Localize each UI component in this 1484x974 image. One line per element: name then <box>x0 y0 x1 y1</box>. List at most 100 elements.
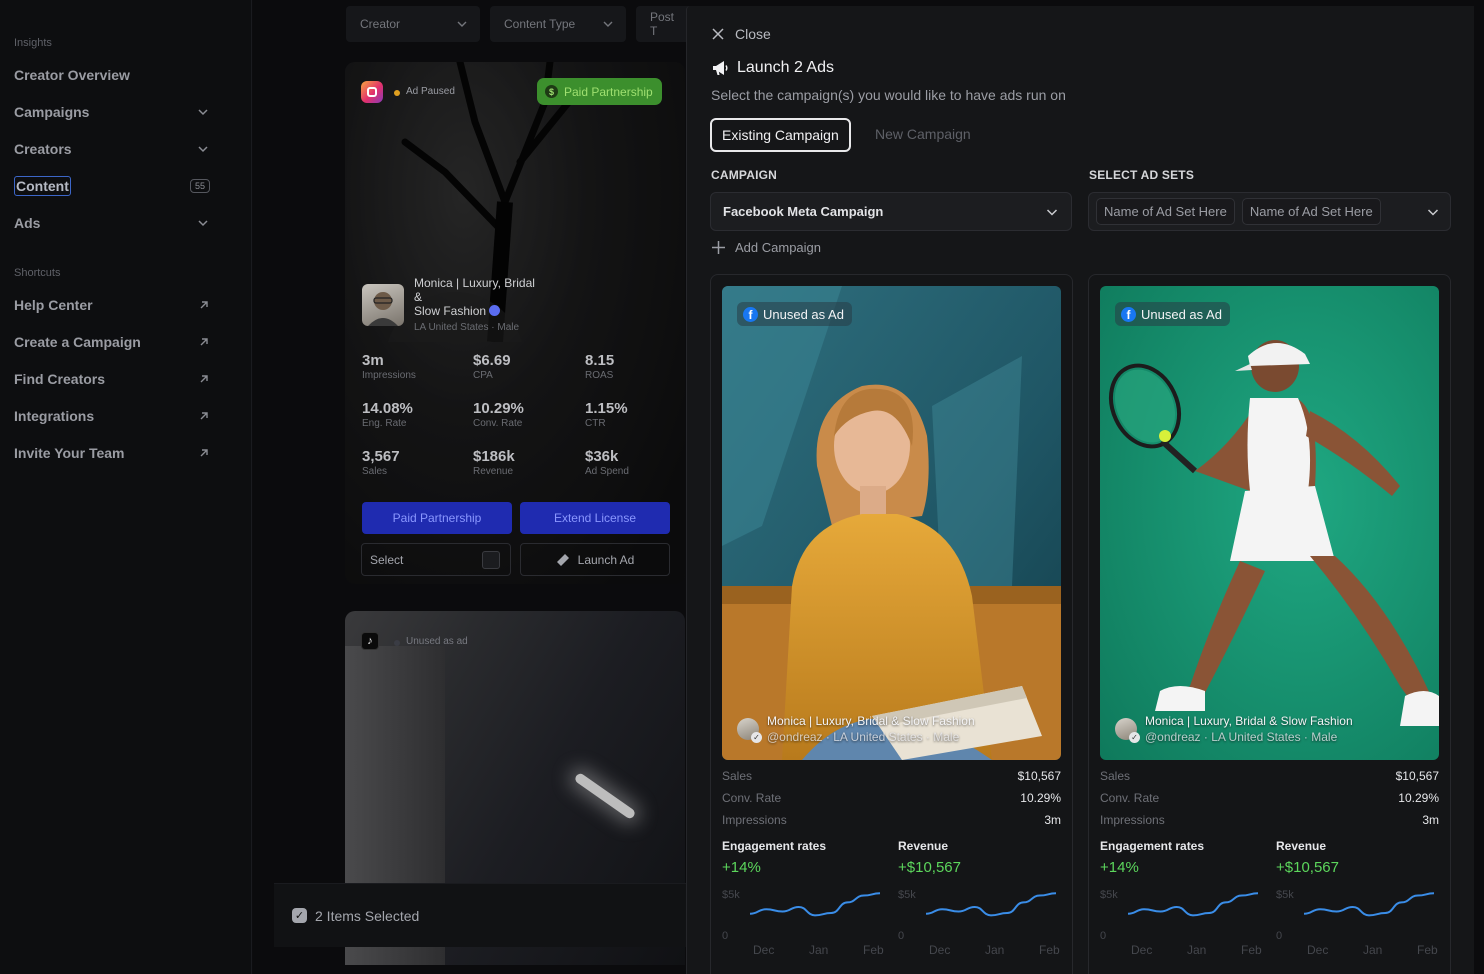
shortcut-help-center[interactable]: Help Center <box>14 293 210 317</box>
creator-avatar <box>362 284 404 326</box>
status-dot <box>394 90 400 96</box>
shortcut-integrations[interactable]: Integrations <box>14 404 210 428</box>
tab-existing-campaign[interactable]: Existing Campaign <box>710 118 851 152</box>
select-checkbox[interactable] <box>482 550 500 569</box>
chevron-down-icon <box>198 109 208 116</box>
y-tick-label: 0 <box>722 930 729 942</box>
stat-ctr: 1.15% CTR <box>585 400 628 429</box>
plus-icon <box>712 241 725 254</box>
metric-row: Conv. Rate 10.29% <box>1100 791 1439 805</box>
facebook-icon: f <box>743 306 758 322</box>
sidebar-item-ads[interactable]: Ads <box>14 211 210 235</box>
metric-row: Impressions 3m <box>722 813 1061 827</box>
light-fixture <box>573 771 637 821</box>
metric-label: Impressions <box>1100 813 1165 827</box>
metric-value: 3m <box>1422 813 1439 827</box>
launch-ad-button[interactable]: Launch Ad <box>520 543 670 576</box>
y-tick-label: 0 <box>898 930 905 942</box>
chart-title: Engagement rates <box>722 839 827 853</box>
sparkline-series <box>925 892 1057 917</box>
stat-value: 8.15 <box>585 352 615 369</box>
shortcut-create-campaign[interactable]: Create a Campaign <box>14 330 210 354</box>
stat-sales: 3,567 Sales <box>362 448 400 477</box>
adset-multiselect[interactable]: Name of Ad Set Here Name of Ad Set Here <box>1088 192 1451 231</box>
creator-name-line: & <box>414 290 423 304</box>
add-campaign-button[interactable]: Add Campaign <box>711 240 821 255</box>
extend-license-button[interactable]: Extend License <box>520 502 670 534</box>
sparkline-series <box>749 892 881 917</box>
shortcut-label: Find Creators <box>14 371 106 387</box>
badge-label: Unused as Ad <box>1141 306 1222 322</box>
y-tick-label: $5k <box>1100 889 1118 901</box>
chevron-down-icon <box>603 21 613 27</box>
chevron-down-icon <box>198 220 208 227</box>
stat-value: $6.69 <box>473 352 511 369</box>
metric-value: $10,567 <box>1395 769 1439 783</box>
sidebar-item-campaigns[interactable]: Campaigns <box>14 100 210 124</box>
select-checkbox-row[interactable]: Select <box>361 543 511 576</box>
stat-label: Revenue <box>473 466 514 477</box>
tennis-player-photo <box>1100 286 1439 760</box>
creator-name: Monica | Luxury, Bridal & Slow Fashion <box>767 714 975 728</box>
stat-label: ROAS <box>585 370 614 381</box>
x-tick-label: Dec <box>753 943 775 957</box>
x-tick-label: Feb <box>1241 943 1262 957</box>
sidebar-item-content[interactable]: Content 55 <box>14 174 210 198</box>
sparkline <box>1303 892 1435 917</box>
shortcut-label: Invite Your Team <box>14 445 125 461</box>
selection-count: 2 Items Selected <box>315 907 420 924</box>
creator-avatar <box>1115 718 1140 743</box>
creator-name: Monica | Luxury, Bridal & Slow Fashion <box>1145 714 1353 728</box>
stat-label: CPA <box>473 370 493 381</box>
adset-chip[interactable]: Name of Ad Set Here <box>1241 198 1381 225</box>
sidebar-item-label: Ads <box>14 215 41 231</box>
shortcut-invite-team[interactable]: Invite Your Team <box>14 441 210 465</box>
sidebar-item-creator-overview[interactable]: Creator Overview <box>14 63 210 87</box>
sidebar-item-label: Creator Overview <box>14 67 130 83</box>
sidebar-section-shortcuts: Shortcuts <box>14 267 61 279</box>
sparkline <box>925 892 1057 917</box>
stat-value: 3,567 <box>362 448 400 465</box>
arrow-up-right-icon <box>200 338 208 346</box>
stat-value: $186k <box>473 448 515 465</box>
stat-cpa: $6.69 CPA <box>473 352 511 381</box>
x-tick-label: Feb <box>1039 943 1060 957</box>
ad-image: f Unused as Ad Monica | Luxury, Bridal &… <box>722 286 1061 760</box>
paid-partnership-button[interactable]: Paid Partnership <box>362 502 512 534</box>
filter-creator[interactable]: Creator <box>346 6 480 42</box>
stat-impressions: 3m Impressions <box>362 352 416 381</box>
tab-new-campaign[interactable]: New Campaign <box>875 126 971 142</box>
megaphone-icon <box>713 61 728 75</box>
unused-as-ad-badge: f Unused as Ad <box>1115 302 1230 326</box>
stat-label: Conv. Rate <box>473 418 523 429</box>
creator-overlay: Monica | Luxury, Bridal & Slow Fashion @… <box>1115 714 1353 744</box>
arrow-up-right-icon <box>200 412 208 420</box>
creator-name-line: Monica | Luxury, Bridal <box>414 276 535 290</box>
close-button[interactable]: Close <box>711 26 771 42</box>
sparkline <box>1127 892 1259 917</box>
select-label: Select <box>370 552 404 567</box>
metric-row: Impressions 3m <box>1100 813 1439 827</box>
adsets-label: SELECT AD SETS <box>1089 168 1195 182</box>
metric-value: 3m <box>1044 813 1061 827</box>
engagement-chart: Engagement rates +14% $5k 0 Dec Jan Feb <box>722 839 892 957</box>
filter-label: Content Type <box>504 17 576 31</box>
filter-content-type[interactable]: Content Type <box>490 6 626 42</box>
chart-title: Revenue <box>898 839 949 853</box>
chart-delta: +$10,567 <box>898 859 961 876</box>
chart-delta: +14% <box>722 859 761 876</box>
stat-roas: 8.15 ROAS <box>585 352 614 381</box>
checkbox-checked-icon[interactable]: ✓ <box>292 908 307 923</box>
creator-name: Monica | Luxury, Bridal & Slow Fashion <box>414 276 574 318</box>
stat-label: CTR <box>585 418 606 429</box>
campaign-label: CAMPAIGN <box>711 168 778 182</box>
shortcut-find-creators[interactable]: Find Creators <box>14 367 210 391</box>
stat-eng-rate: 14.08% Eng. Rate <box>362 400 413 429</box>
sidebar-item-creators[interactable]: Creators <box>14 137 210 161</box>
ad-preview-card: f Unused as Ad Monica | Luxury, Bridal &… <box>1088 274 1451 974</box>
y-tick-label: $5k <box>898 889 916 901</box>
adset-chip[interactable]: Name of Ad Set Here <box>1096 198 1235 225</box>
creator-avatar <box>737 718 762 743</box>
campaign-select[interactable]: Facebook Meta Campaign <box>710 192 1072 231</box>
creator-meta: @ondreaz · LA United States · Male <box>767 730 960 744</box>
